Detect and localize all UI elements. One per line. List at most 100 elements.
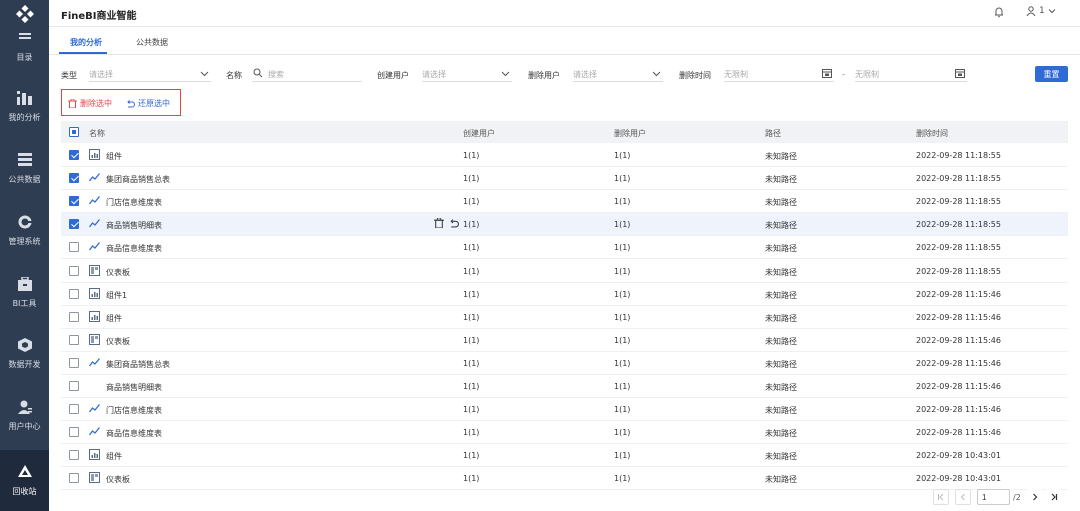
sidebar-item-management[interactable]: 管理系统 [0, 202, 49, 258]
creator-select[interactable]: 请选择 [422, 66, 512, 82]
row-name[interactable]: 商品销售明细表 [106, 220, 162, 231]
deleter-select[interactable]: 请选择 [573, 66, 663, 82]
last-page-button[interactable] [1046, 489, 1062, 505]
sidebar-item-recycle-bin[interactable]: 回收站 [0, 450, 49, 511]
next-page-button[interactable] [1027, 489, 1043, 505]
row-name[interactable]: 仪表板 [106, 336, 130, 347]
row-checkbox[interactable] [69, 357, 79, 368]
reset-button[interactable]: 重置 [1035, 66, 1068, 82]
delete-selected-button[interactable]: 删除选中 [68, 98, 112, 109]
table-row[interactable]: 集团商品销售总表 1(1) 1(1) 未知路径 2022-09-28 11:18:55 [61, 167, 1068, 191]
user-menu[interactable]: 1 [1026, 6, 1056, 16]
select-all-checkbox[interactable] [69, 127, 79, 137]
sidebar-item-user-center[interactable]: 用户中心 [0, 387, 49, 443]
sidebar-item-catalog[interactable]: 目录 [0, 27, 49, 65]
sidebar-item-my-analysis[interactable]: 我的分析 [0, 78, 49, 134]
row-deleter: 1(1) [614, 266, 631, 276]
trash-icon[interactable] [434, 218, 444, 229]
row-creator: 1(1) [463, 474, 480, 484]
sidebar-item-public-data[interactable]: 公共数据 [0, 140, 49, 196]
row-name[interactable]: 商品信息维度表 [106, 428, 162, 439]
row-name[interactable]: 商品信息维度表 [106, 243, 162, 254]
row-name[interactable]: 门店信息维度表 [106, 197, 162, 208]
table-row[interactable]: 组件 1(1) 1(1) 未知路径 2022-09-28 11:15:46 [61, 306, 1068, 329]
toolbox-icon [17, 276, 33, 292]
row-deleter: 1(1) [614, 335, 631, 345]
row-name[interactable]: 集团商品销售总表 [106, 359, 170, 370]
line-chart-icon [88, 403, 101, 414]
tab-public-data[interactable]: 公共数据 [136, 37, 168, 48]
row-deleter: 1(1) [614, 474, 631, 484]
table-row[interactable]: 商品销售明细表 1(1) 1(1) 未知路径 2022-09-28 11:18:55 [61, 213, 1068, 237]
table-row[interactable]: 仪表板 1(1) 1(1) 未知路径 2022-09-28 11:15:46 [61, 329, 1068, 352]
bell-icon[interactable] [993, 6, 1005, 18]
table-row[interactable]: 商品销售明细表 1(1) 1(1) 未知路径 2022-09-28 11:15:46 [61, 375, 1068, 398]
row-name[interactable]: 商品销售明细表 [106, 382, 162, 393]
row-checkbox[interactable] [69, 311, 79, 322]
page-number-input[interactable] [977, 489, 1010, 505]
sidebar-item-data-dev[interactable]: 数据开发 [0, 325, 49, 381]
row-name[interactable]: 集团商品销售总表 [106, 174, 170, 185]
row-creator: 1(1) [463, 382, 480, 391]
name-search-input[interactable]: 搜索 [252, 66, 362, 82]
type-select[interactable]: 请选择 [89, 66, 211, 82]
delete-time-start[interactable]: 无限制 [724, 66, 834, 82]
table-row[interactable]: 仪表板 1(1) 1(1) 未知路径 2022-09-28 10:43:01 [61, 467, 1068, 491]
table-row[interactable]: 门店信息维度表 1(1) 1(1) 未知路径 2022-09-28 11:15:46 [61, 398, 1068, 422]
row-checkbox[interactable] [69, 196, 79, 207]
restore-selected-button[interactable]: 还原选中 [126, 98, 170, 109]
row-delete-time: 2022-09-28 11:18:55 [916, 243, 1001, 253]
table-row[interactable]: 集团商品销售总表 1(1) 1(1) 未知路径 2022-09-28 11:15:46 [61, 352, 1068, 375]
row-checkbox[interactable] [69, 450, 79, 461]
row-checkbox[interactable] [69, 334, 79, 345]
row-checkbox[interactable] [69, 288, 79, 299]
row-checkbox[interactable] [69, 219, 79, 230]
row-checkbox[interactable] [69, 150, 79, 160]
table-row[interactable]: 门店信息维度表 1(1) 1(1) 未知路径 2022-09-28 11:18:55 [61, 190, 1068, 214]
row-delete-time: 2022-09-28 11:15:46 [916, 289, 1001, 299]
row-name[interactable]: 仪表板 [106, 474, 130, 485]
app-logo[interactable] [0, 0, 49, 27]
date-range-separator: - [842, 70, 845, 79]
tab-my-analysis[interactable]: 我的分析 [70, 37, 102, 48]
column-header-path: 路径 [765, 129, 781, 138]
row-checkbox[interactable] [69, 173, 79, 184]
sidebar: 目录 我的分析 公共数据 管理系统 BI工具 数据开发 用户中心 回收站 [0, 0, 49, 511]
first-page-icon [938, 493, 944, 501]
row-checkbox[interactable] [69, 427, 79, 438]
row-creator: 1(1) [463, 451, 480, 461]
row-checkbox[interactable] [69, 404, 79, 415]
component-icon [89, 449, 100, 461]
table-row[interactable]: 组件1 1(1) 1(1) 未知路径 2022-09-28 11:15:46 [61, 283, 1068, 306]
row-path: 未知路径 [765, 152, 797, 161]
table-row[interactable]: 商品信息维度表 1(1) 1(1) 未知路径 2022-09-28 11:18:55 [61, 236, 1068, 260]
sidebar-item-bi-tools[interactable]: BI工具 [0, 264, 49, 320]
table-row[interactable]: 组件 1(1) 1(1) 未知路径 2022-09-28 11:18:55 [61, 144, 1068, 167]
table-row[interactable]: 商品信息维度表 1(1) 1(1) 未知路径 2022-09-28 11:15:46 [61, 421, 1068, 445]
chevron-right-icon [1033, 493, 1038, 501]
delete-time-end[interactable]: 无限制 [855, 66, 967, 82]
gear-icon [17, 214, 33, 230]
table-row[interactable]: 组件 1(1) 1(1) 未知路径 2022-09-28 10:43:01 [61, 444, 1068, 468]
time-start-placeholder: 无限制 [724, 70, 748, 79]
table-row[interactable]: 仪表板 1(1) 1(1) 未知路径 2022-09-28 11:18:55 [61, 260, 1068, 283]
prev-page-button[interactable] [955, 489, 971, 505]
row-creator: 1(1) [463, 312, 480, 322]
row-checkbox[interactable] [69, 473, 79, 484]
row-checkbox[interactable] [69, 265, 79, 276]
row-name[interactable]: 组件1 [106, 290, 127, 301]
row-name[interactable]: 门店信息维度表 [106, 405, 162, 416]
row-name[interactable]: 组件 [106, 151, 122, 162]
row-name[interactable]: 组件 [106, 451, 122, 462]
line-chart-icon [88, 172, 101, 183]
row-path: 未知路径 [765, 221, 797, 231]
creator-filter-label: 创建用户 [377, 71, 409, 80]
row-name[interactable]: 仪表板 [106, 267, 130, 278]
row-name[interactable]: 组件 [106, 313, 122, 324]
row-checkbox[interactable] [69, 381, 79, 391]
first-page-button[interactable] [933, 489, 949, 505]
calendar-icon [822, 69, 832, 78]
row-checkbox[interactable] [69, 242, 79, 253]
sidebar-item-label: 管理系统 [8, 236, 41, 246]
undo-icon[interactable] [449, 218, 459, 228]
